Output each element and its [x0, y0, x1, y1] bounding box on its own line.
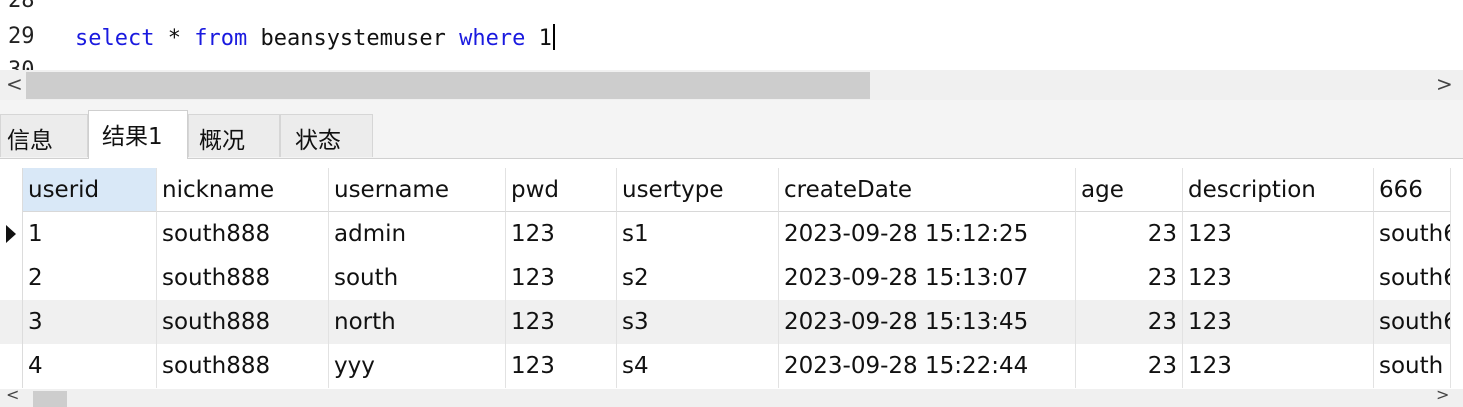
- sql-keyword: from: [194, 26, 248, 51]
- table-row[interactable]: 1 south888 admin 123 s1 2023-09-28 15:12:25 23…: [0, 212, 1463, 256]
- scrollbar-thumb[interactable]: [26, 72, 870, 99]
- sql-token: *: [154, 26, 195, 51]
- cell-createdate[interactable]: 2023-09-28 15:13:07: [779, 256, 1076, 300]
- column-header-666[interactable]: 666: [1374, 168, 1451, 212]
- cell-nickname[interactable]: south888: [157, 344, 329, 388]
- cell-username[interactable]: south: [329, 256, 506, 300]
- cell-userid[interactable]: 2: [23, 256, 157, 300]
- sql-query-line[interactable]: select * from beansystemuser where 1: [75, 24, 555, 51]
- cell-666[interactable]: south6: [1374, 256, 1451, 300]
- cell-username[interactable]: admin: [329, 212, 506, 256]
- cell-pwd[interactable]: 123: [506, 212, 617, 256]
- row-indicator[interactable]: [0, 344, 23, 388]
- sql-keyword: select: [75, 26, 155, 51]
- column-header-userid[interactable]: userid: [23, 168, 157, 212]
- scroll-left-icon[interactable]: <: [6, 387, 19, 403]
- scroll-left-icon[interactable]: <: [6, 74, 23, 94]
- scroll-right-icon[interactable]: >: [1436, 74, 1453, 94]
- row-indicator-header: [0, 168, 23, 212]
- cell-666[interactable]: south: [1374, 344, 1451, 388]
- cell-usertype[interactable]: s1: [617, 212, 779, 256]
- text-caret: [552, 24, 555, 50]
- cell-description[interactable]: 123: [1183, 300, 1374, 344]
- tab-result1[interactable]: 结果1: [88, 110, 188, 159]
- cell-age[interactable]: 23: [1076, 212, 1183, 256]
- grid-right-edge: [1451, 168, 1463, 389]
- result-tab-bar: 信息 结果1 概况 状态: [0, 100, 1463, 159]
- column-header-createdate[interactable]: createDate: [779, 168, 1076, 212]
- tab-overview[interactable]: 概况: [188, 114, 280, 157]
- line-number: 29: [8, 24, 35, 49]
- cell-usertype[interactable]: s2: [617, 256, 779, 300]
- cell-description[interactable]: 123: [1183, 344, 1374, 388]
- scrollbar-thumb[interactable]: [33, 391, 67, 407]
- sql-token: 1: [525, 26, 552, 51]
- cell-nickname[interactable]: south888: [157, 256, 329, 300]
- line-number: 28: [8, 0, 35, 13]
- cell-pwd[interactable]: 123: [506, 300, 617, 344]
- cell-age[interactable]: 23: [1076, 256, 1183, 300]
- column-header-usertype[interactable]: usertype: [617, 168, 779, 212]
- line-number: 30: [8, 58, 35, 70]
- cell-createdate[interactable]: 2023-09-28 15:13:45: [779, 300, 1076, 344]
- cell-666[interactable]: south6: [1374, 212, 1451, 256]
- column-header-nickname[interactable]: nickname: [157, 168, 329, 212]
- row-indicator[interactable]: [0, 256, 23, 300]
- column-header-pwd[interactable]: pwd: [506, 168, 617, 212]
- cell-createdate[interactable]: 2023-09-28 15:12:25: [779, 212, 1076, 256]
- cell-age[interactable]: 23: [1076, 300, 1183, 344]
- cell-nickname[interactable]: south888: [157, 300, 329, 344]
- cell-usertype[interactable]: s4: [617, 344, 779, 388]
- cell-createdate[interactable]: 2023-09-28 15:22:44: [779, 344, 1076, 388]
- sql-token: beansystemuser: [247, 26, 460, 51]
- cell-userid[interactable]: 4: [23, 344, 157, 388]
- cell-username[interactable]: north: [329, 300, 506, 344]
- cell-description[interactable]: 123: [1183, 256, 1374, 300]
- row-indicator[interactable]: [0, 212, 23, 256]
- scroll-right-icon[interactable]: >: [1436, 387, 1449, 403]
- grid-header-row: userid nickname username pwd usertype cr…: [0, 168, 1463, 212]
- cell-pwd[interactable]: 123: [506, 344, 617, 388]
- result-grid[interactable]: userid nickname username pwd usertype cr…: [0, 168, 1463, 389]
- cell-666[interactable]: south6: [1374, 300, 1451, 344]
- sql-editor[interactable]: 28 29 30 select * from beansystemuser wh…: [0, 0, 1463, 70]
- current-row-pointer-icon: [6, 225, 16, 243]
- line-number-gutter: 28 29 30: [0, 0, 62, 70]
- cell-pwd[interactable]: 123: [506, 256, 617, 300]
- column-header-age[interactable]: age: [1076, 168, 1183, 212]
- cell-userid[interactable]: 1: [23, 212, 157, 256]
- cell-usertype[interactable]: s3: [617, 300, 779, 344]
- table-row[interactable]: 3 south888 north 123 s3 2023-09-28 15:13:45 23…: [0, 300, 1463, 344]
- column-header-description[interactable]: description: [1183, 168, 1374, 212]
- cell-age[interactable]: 23: [1076, 344, 1183, 388]
- table-row[interactable]: 4 south888 yyy 123 s4 2023-09-28 15:22:44 23 12…: [0, 344, 1463, 388]
- cell-username[interactable]: yyy: [329, 344, 506, 388]
- cell-userid[interactable]: 3: [23, 300, 157, 344]
- table-row[interactable]: 2 south888 south 123 s2 2023-09-28 15:13:07 23…: [0, 256, 1463, 300]
- row-indicator[interactable]: [0, 300, 23, 344]
- column-header-username[interactable]: username: [329, 168, 506, 212]
- tab-status[interactable]: 状态: [280, 114, 373, 157]
- editor-horizontal-scrollbar[interactable]: < >: [0, 70, 1463, 100]
- cell-nickname[interactable]: south888: [157, 212, 329, 256]
- cell-description[interactable]: 123: [1183, 212, 1374, 256]
- sql-keyword: where: [459, 26, 526, 51]
- grid-horizontal-scrollbar[interactable]: < >: [0, 387, 1463, 407]
- tab-info[interactable]: 信息: [0, 114, 88, 157]
